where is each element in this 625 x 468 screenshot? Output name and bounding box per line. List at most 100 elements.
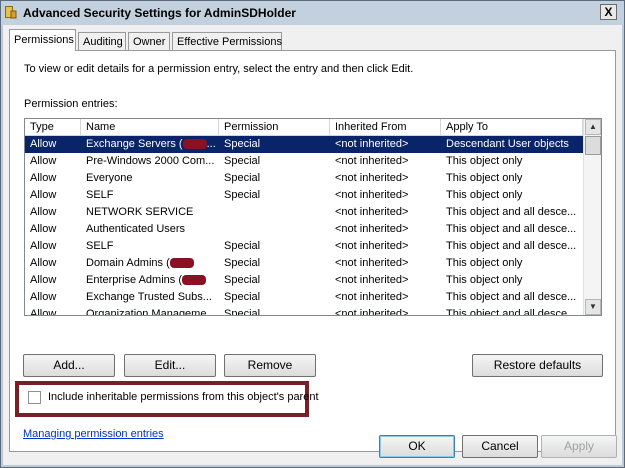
- cell-apply-to: This object and all desce...: [446, 308, 577, 316]
- cell-name: Organization Manageme...: [81, 306, 219, 316]
- redaction-mark: [182, 139, 207, 150]
- tab-auditing[interactable]: Auditing: [78, 32, 126, 51]
- permissions-panel: To view or edit details for a permission…: [9, 50, 616, 452]
- scrollbar-thumb[interactable]: [585, 136, 601, 155]
- table-row[interactable]: Allow Enterprise Admins ( Special <not inhe…: [25, 272, 583, 289]
- remove-button[interactable]: Remove: [224, 354, 316, 377]
- column-header-permission[interactable]: Permission: [219, 119, 330, 136]
- cell-inherited-from: <not inherited>: [335, 257, 409, 269]
- table-row[interactable]: Allow SELF Special <not inherited> This obje…: [25, 238, 583, 255]
- tab-owner[interactable]: Owner: [128, 32, 170, 51]
- cell-apply-to: This object and all desce...: [446, 291, 577, 303]
- cell-type: Allow: [30, 189, 57, 201]
- cell-name-text: Enterprise Admins (: [86, 274, 182, 286]
- table-row[interactable]: Allow Authenticated Users <not inherited> T…: [25, 221, 583, 238]
- cell-permission: Special: [224, 155, 261, 167]
- vertical-scrollbar[interactable]: ▲ ▼: [583, 119, 601, 315]
- cell-name: Exchange Servers (...: [81, 136, 219, 153]
- instruction-text: To view or edit details for a permission…: [24, 63, 414, 75]
- cell-name-text: Domain Admins (: [86, 257, 170, 269]
- cell-permission: Special: [224, 257, 261, 269]
- table-row[interactable]: Allow SELF Special <not inherited> This obje…: [25, 187, 583, 204]
- cell-apply-to: Descendant User objects: [446, 138, 569, 150]
- cell-apply-to: This object and all desce...: [446, 206, 577, 218]
- cell-name-suffix: ...: [206, 138, 216, 150]
- cell-type: Allow: [30, 257, 57, 269]
- title-bar[interactable]: Advanced Security Settings for AdminSDHo…: [1, 1, 624, 25]
- cell-type: Allow: [30, 206, 57, 218]
- dialog-client: Permissions Auditing Owner Effective Per…: [3, 25, 622, 465]
- inherit-permissions-label[interactable]: Include inheritable permissions from thi…: [48, 391, 319, 403]
- cell-name-text: Exchange Trusted Subs...: [86, 291, 212, 303]
- cell-inherited-from: <not inherited>: [335, 240, 409, 252]
- cell-permission: [219, 204, 330, 221]
- cell-name-text: SELF: [86, 240, 114, 252]
- cell-apply-to: This object only: [446, 274, 523, 286]
- apply-button[interactable]: Apply: [541, 435, 617, 458]
- permission-entries-list[interactable]: Type Name Permission Inherited From Appl…: [24, 118, 602, 316]
- column-header-apply-to[interactable]: Apply To: [441, 119, 583, 136]
- ok-button[interactable]: OK: [379, 435, 455, 458]
- edit-button[interactable]: Edit...: [124, 354, 216, 377]
- cell-name-text: Exchange Servers (: [86, 138, 183, 150]
- cell-name: SELF: [81, 238, 219, 255]
- cell-permission: Special: [224, 240, 261, 252]
- cell-name: Pre-Windows 2000 Com...: [81, 153, 219, 170]
- cell-name: Exchange Trusted Subs...: [81, 289, 219, 306]
- cell-inherited-from: <not inherited>: [335, 274, 409, 286]
- cell-type: Allow: [30, 274, 57, 286]
- managing-permission-entries-link[interactable]: Managing permission entries: [23, 428, 164, 440]
- table-row[interactable]: Allow Exchange Trusted Subs... Special <not…: [25, 289, 583, 306]
- cell-permission: Special: [224, 189, 261, 201]
- cell-permission: Special: [224, 172, 261, 184]
- cell-name-text: Authenticated Users: [86, 223, 186, 235]
- tab-effective-permissions[interactable]: Effective Permissions: [172, 32, 282, 51]
- column-header-inherited-from[interactable]: Inherited From: [330, 119, 441, 136]
- cell-type: Allow: [30, 308, 57, 316]
- cell-permission: Special: [224, 308, 261, 316]
- dialog-window: Advanced Security Settings for AdminSDHo…: [0, 0, 625, 468]
- close-button[interactable]: X: [600, 4, 617, 20]
- cell-name: Enterprise Admins (: [81, 272, 219, 289]
- cell-apply-to: This object and all desce...: [446, 240, 577, 252]
- table-row[interactable]: Allow Everyone Special <not inherited> This …: [25, 170, 583, 187]
- cell-inherited-from: <not inherited>: [335, 308, 409, 316]
- table-row[interactable]: Allow Exchange Servers (... Special <not in…: [25, 136, 583, 153]
- cell-name-text: NETWORK SERVICE: [86, 206, 194, 218]
- cell-name: Authenticated Users: [81, 221, 219, 238]
- cell-permission: Special: [224, 274, 261, 286]
- cell-name-text: SELF: [86, 189, 114, 201]
- cancel-button[interactable]: Cancel: [462, 435, 538, 458]
- add-button[interactable]: Add...: [23, 354, 115, 377]
- redaction-mark: [181, 275, 206, 286]
- cell-name: Domain Admins (: [81, 255, 219, 272]
- cell-inherited-from: <not inherited>: [335, 172, 409, 184]
- cell-type: Allow: [30, 172, 57, 184]
- table-row[interactable]: Allow Domain Admins ( Special <not inherite…: [25, 255, 583, 272]
- cell-inherited-from: <not inherited>: [335, 206, 409, 218]
- scroll-up-arrow-icon[interactable]: ▲: [585, 119, 601, 135]
- cell-permission: [219, 221, 330, 238]
- scroll-down-arrow-icon[interactable]: ▼: [585, 299, 601, 315]
- column-header-type[interactable]: Type: [25, 119, 81, 136]
- cell-apply-to: This object only: [446, 257, 523, 269]
- restore-defaults-button[interactable]: Restore defaults: [472, 354, 603, 377]
- inherit-permissions-checkbox[interactable]: [28, 391, 41, 404]
- table-row[interactable]: Allow NETWORK SERVICE <not inherited> This …: [25, 204, 583, 221]
- cell-type: Allow: [30, 223, 57, 235]
- inherit-permissions-highlight: Include inheritable permissions from thi…: [15, 381, 319, 417]
- cell-name: NETWORK SERVICE: [81, 204, 219, 221]
- cell-apply-to: This object only: [446, 172, 523, 184]
- column-header-name[interactable]: Name: [81, 119, 219, 136]
- cell-name-text: Organization Manageme...: [86, 308, 216, 316]
- folder-lock-icon: [5, 6, 17, 19]
- cell-inherited-from: <not inherited>: [335, 189, 409, 201]
- cell-type: Allow: [30, 240, 57, 252]
- window-title: Advanced Security Settings for AdminSDHo…: [23, 6, 296, 20]
- table-row[interactable]: Allow Pre-Windows 2000 Com... Special <not …: [25, 153, 583, 170]
- tab-permissions[interactable]: Permissions: [9, 29, 76, 51]
- cell-type: Allow: [30, 291, 57, 303]
- table-row[interactable]: Allow Organization Manageme... Special <not…: [25, 306, 583, 316]
- cell-permission: Special: [224, 291, 261, 303]
- cell-inherited-from: <not inherited>: [335, 155, 409, 167]
